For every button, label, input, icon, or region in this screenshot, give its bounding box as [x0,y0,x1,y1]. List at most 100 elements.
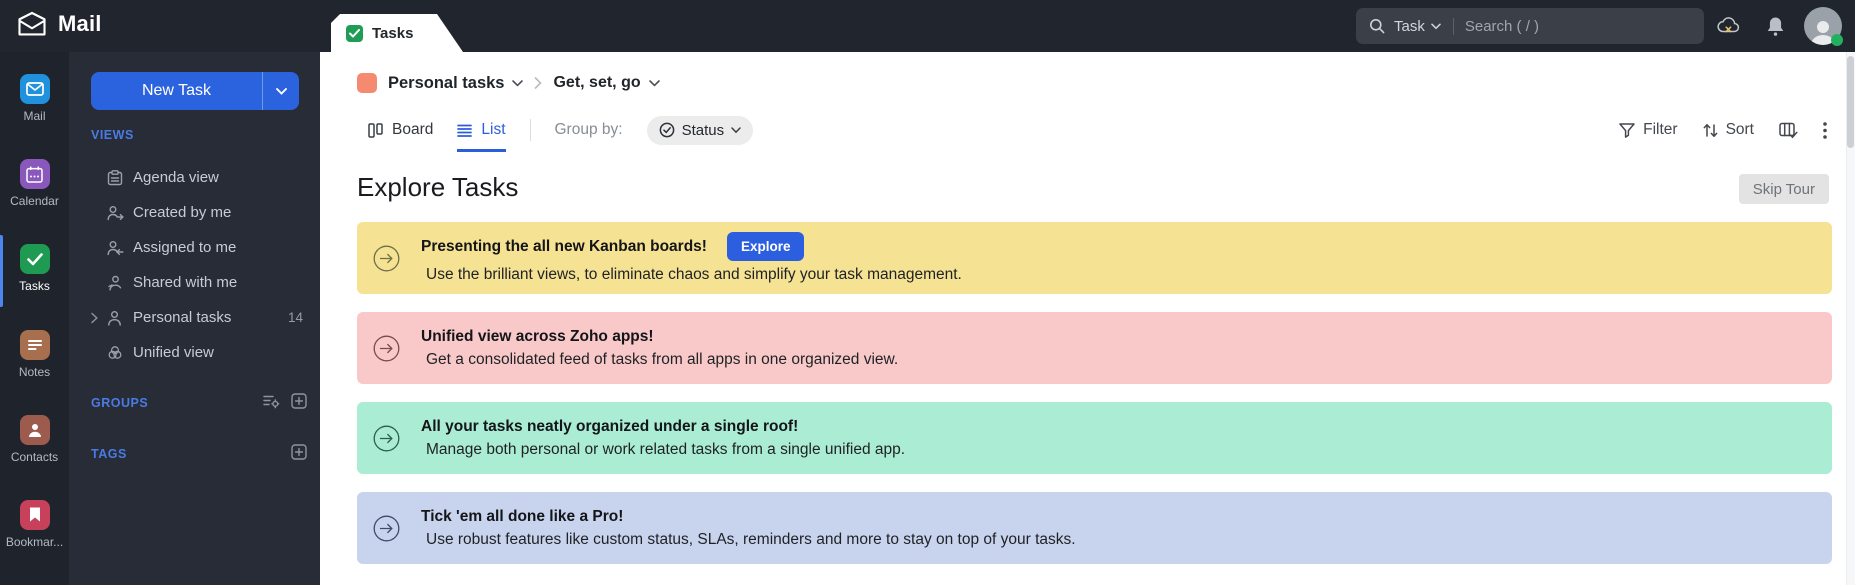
search-divider [1452,17,1454,35]
add-group-icon[interactable] [291,393,307,409]
sidebar-item-created-by-me[interactable]: Created by me [69,195,320,230]
rail-label: Tasks [19,279,50,294]
banner-subtitle: Manage both personal or work related tas… [426,440,906,458]
manage-groups-icon[interactable] [263,394,280,409]
group-by-label: Group by: [554,121,623,138]
groups-section-heading: GROUPS [91,396,149,410]
chevron-down-icon [648,79,660,87]
explore-button[interactable]: Explore [726,232,805,261]
group-by-dropdown[interactable]: Status [646,115,754,145]
breadcrumb-list-name: Personal tasks [388,73,505,92]
sidebar-item-label: Assigned to me [133,239,237,256]
filter-button[interactable]: Filter [1619,121,1678,139]
filter-label: Filter [1643,121,1678,138]
tasks-sidebar: New Task VIEWS Agenda view Created by me… [69,52,320,585]
person-share-icon [107,275,123,291]
rail-item-mail[interactable]: Mail [0,74,69,159]
more-options-kebab-icon[interactable] [1823,121,1827,139]
views-list: Agenda view Created by me Assigned to me… [69,160,320,370]
brand-name: Mail [58,11,102,36]
add-tag-icon[interactable] [291,444,307,460]
notifications-bell-icon[interactable] [1758,0,1792,52]
search-scope-value: Task [1394,17,1425,35]
sidebar-item-assigned-to-me[interactable]: Assigned to me [69,230,320,265]
search-input[interactable]: Search ( / ) [1465,18,1539,35]
chevron-down-icon [512,79,524,87]
new-task-button[interactable]: New Task [91,72,299,110]
view-toolbar: Board List Group by: Status [368,108,754,152]
board-view-tab[interactable]: Board [368,108,433,152]
banner-title: All your tasks neatly organized under a … [421,417,799,435]
sidebar-item-label: Shared with me [133,274,238,291]
banner-subtitle: Use robust features like custom status, … [426,530,1076,548]
tasks-tab[interactable]: Tasks [331,14,463,52]
tasks-icon [19,244,50,275]
rail-item-calendar[interactable]: Calendar [0,159,69,244]
tour-banners: Presenting the all new Kanban boards! Ex… [357,222,1832,582]
banner-subtitle: Get a consolidated feed of tasks from al… [426,350,899,368]
scrollbar-thumb[interactable] [1847,56,1854,148]
bookmark-icon [19,499,50,530]
sidebar-item-label: Personal tasks [133,309,232,326]
search-icon [1369,18,1385,34]
sidebar-item-personal-tasks[interactable]: Personal tasks 14 [69,300,320,335]
topbar: Mail Tasks Task Search ( / ) [0,0,1855,52]
tasks-check-icon [346,25,363,42]
sidebar-item-label: Created by me [133,204,232,221]
chevron-down-icon [1431,22,1441,29]
notes-icon [19,329,50,360]
sidebar-item-unified-view[interactable]: Unified view [69,335,320,370]
sidebar-item-agenda-view[interactable]: Agenda view [69,160,320,195]
search-bar[interactable]: Task Search ( / ) [1356,8,1704,44]
sidebar-item-shared-with-me[interactable]: Shared with me [69,265,320,300]
rail-item-bookmarks[interactable]: Bookmar... [0,499,69,585]
customize-columns-icon[interactable] [1779,122,1798,139]
mail-icon [19,74,50,104]
tasks-tab-label: Tasks [372,24,414,42]
banner-title: Unified view across Zoho apps! [421,327,654,345]
main-content: Personal tasks Get, set, go Board List G… [320,52,1855,585]
breadcrumb-view-dropdown[interactable]: Get, set, go [553,74,660,92]
presence-status-dot [1831,34,1843,46]
app-brand: Mail [17,11,102,37]
list-view-tab[interactable]: List [457,108,506,152]
tags-section-actions [291,444,307,460]
banner-title: Presenting the all new Kanban boards! [421,237,707,255]
rail-item-notes[interactable]: Notes [0,329,69,415]
status-check-circle-icon [659,122,674,138]
rail-item-tasks[interactable]: Tasks [0,235,69,329]
banner-kanban: Presenting the all new Kanban boards! Ex… [357,222,1832,294]
skip-tour-button[interactable]: Skip Tour [1738,174,1829,204]
breadcrumb-list-dropdown[interactable]: Personal tasks [388,73,524,93]
groups-section-actions [263,393,307,409]
banner-subtitle: Use the brilliant views, to eliminate ch… [426,266,962,283]
scrollbar[interactable] [1846,52,1855,585]
views-section-heading: VIEWS [91,128,134,142]
new-task-label[interactable]: New Task [91,72,262,110]
list-icon [457,124,473,137]
expand-chevron-icon[interactable] [91,312,98,323]
group-by-value: Status [681,121,725,139]
chevron-down-icon [731,126,741,133]
tags-section-heading: TAGS [91,447,127,461]
rail-item-contacts[interactable]: Contacts [0,414,69,500]
chevron-down-icon [275,87,287,95]
mail-logo-icon [17,11,47,37]
personal-tasks-count: 14 [287,310,303,325]
calendar-icon [19,159,50,190]
cloud-offline-icon[interactable] [1711,0,1747,52]
banner-title: Tick 'em all done like a Pro! [421,507,624,525]
toolbar-right: Filter Sort [1619,108,1827,152]
breadcrumb-separator-icon [535,77,543,89]
sort-button[interactable]: Sort [1703,121,1754,139]
rail-label: Notes [18,364,51,379]
toolbar-divider [529,119,531,141]
list-tab-label: List [481,121,506,138]
user-avatar[interactable] [1804,7,1843,46]
search-scope-dropdown[interactable]: Task [1394,18,1441,35]
arrow-circle-icon [373,425,400,452]
new-task-dropdown[interactable] [262,72,299,110]
agenda-icon [107,169,123,186]
breadcrumb-view-name: Get, set, go [553,74,641,91]
banner-pro: Tick 'em all done like a Pro! Use robust… [357,492,1832,564]
